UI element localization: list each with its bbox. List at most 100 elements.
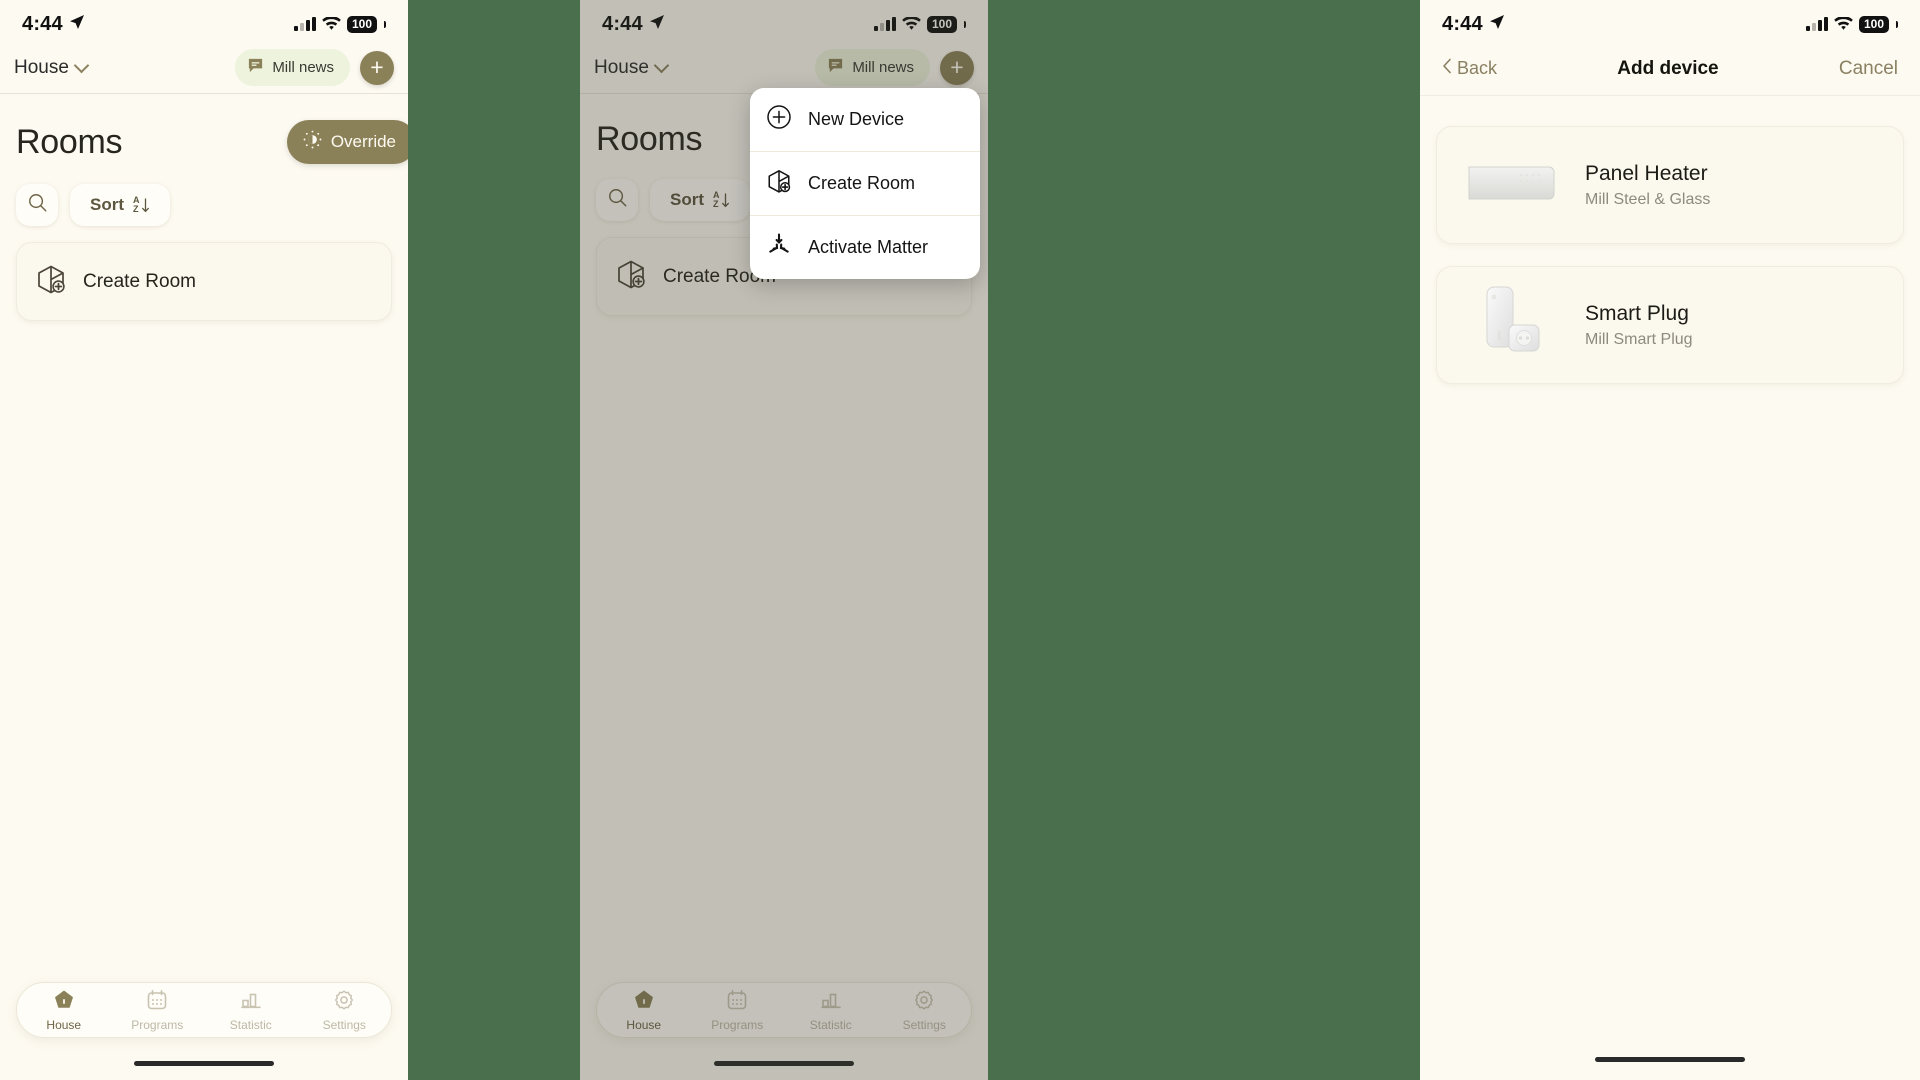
bottom-tab-bar: House Programs Statistic Settings — [16, 982, 392, 1038]
tab-house-label: House — [626, 1018, 662, 1032]
mill-news-label: Mill news — [852, 59, 914, 76]
mill-news-chip[interactable]: Mill news — [235, 49, 350, 86]
create-room-label: Create Room — [83, 270, 196, 292]
page-title: Add device — [1617, 57, 1719, 79]
device-card-smart-plug[interactable]: Smart Plug Mill Smart Plug — [1436, 266, 1904, 384]
wifi-icon — [902, 17, 921, 31]
chat-bubble-icon — [827, 57, 844, 78]
chevron-left-icon — [1442, 58, 1452, 79]
house-selector-label: House — [594, 56, 649, 78]
search-icon — [27, 192, 48, 218]
battery-indicator: 100 — [346, 15, 377, 33]
mill-news-label: Mill news — [272, 59, 334, 76]
override-label: Override — [330, 132, 396, 151]
page-title: Rooms — [16, 122, 123, 161]
search-button[interactable] — [16, 184, 58, 226]
location-arrow-icon — [69, 14, 85, 35]
sort-button[interactable]: Sort AZ — [650, 179, 750, 221]
status-bar: 4:44 100 — [0, 0, 408, 42]
battery-level: 100 — [931, 17, 952, 31]
matter-icon — [766, 232, 792, 263]
back-button[interactable]: Back — [1442, 58, 1497, 79]
tab-house[interactable]: House — [17, 988, 111, 1032]
tab-settings[interactable]: Settings — [878, 988, 972, 1032]
tab-statistic[interactable]: Statistic — [204, 988, 298, 1032]
home-indicator — [1595, 1057, 1745, 1062]
device-name: Smart Plug — [1585, 301, 1689, 325]
menu-item-create-room-label: Create Room — [808, 173, 916, 193]
sort-label: Sort — [670, 190, 704, 209]
gear-icon — [332, 988, 356, 1015]
house-selector[interactable]: House — [594, 56, 670, 79]
plus-circle-icon — [766, 104, 792, 135]
sort-az-icon: AZ — [713, 191, 730, 209]
add-button[interactable]: + — [940, 50, 974, 85]
home-indicator — [134, 1061, 274, 1066]
wifi-icon — [1834, 17, 1853, 31]
menu-item-new-device[interactable]: New Device — [750, 88, 980, 152]
brightness-icon — [303, 130, 322, 154]
menu-item-activate-matter[interactable]: Activate Matter — [750, 216, 980, 279]
device-subtitle: Mill Steel & Glass — [1585, 190, 1711, 208]
search-icon — [607, 187, 628, 213]
tab-programs-label: Programs — [131, 1018, 184, 1032]
menu-item-activate-matter-label: Activate Matter — [808, 237, 929, 257]
rooms-page: Rooms Override Sort AZ Create Room — [0, 94, 408, 321]
add-button[interactable]: + — [360, 50, 394, 85]
add-device-nav-bar: Back Add device Cancel — [1420, 42, 1920, 96]
home-indicator — [714, 1061, 854, 1066]
house-selector[interactable]: House — [14, 56, 90, 79]
status-bar-time: 4:44 — [22, 12, 63, 35]
page-title: Rooms — [596, 120, 703, 158]
sort-az-icon: AZ — [133, 196, 150, 214]
status-bar: 4:44 100 — [580, 0, 988, 42]
phone-screen-rooms: 4:44 100 House Mill news + Rooms Overrid… — [0, 0, 408, 1080]
menu-item-create-room[interactable]: Create Room — [750, 152, 980, 216]
device-card-text: Panel Heater Mill Steel & Glass — [1585, 162, 1710, 209]
screenshot-stage: 4:44 100 House Mill news + Rooms Overrid… — [0, 0, 1920, 1080]
device-subtitle: Mill Smart Plug — [1585, 330, 1693, 348]
status-bar-time: 4:44 — [602, 12, 643, 35]
status-bar-left: 4:44 — [1442, 13, 1505, 36]
chat-bubble-icon — [247, 57, 264, 78]
search-button[interactable] — [596, 179, 638, 221]
cellular-bars-icon — [873, 17, 896, 31]
device-card-panel-heater[interactable]: Panel Heater Mill Steel & Glass — [1436, 126, 1904, 244]
battery-indicator: 100 — [926, 15, 957, 33]
override-button[interactable]: Override — [286, 120, 408, 164]
back-label: Back — [1457, 58, 1498, 78]
plus-icon: + — [370, 54, 384, 80]
house-selector-label: House — [14, 56, 69, 78]
bar-chart-icon — [819, 988, 843, 1015]
chevron-down-icon — [653, 57, 670, 73]
status-bar-left: 4:44 — [22, 13, 85, 36]
status-bar-time: 4:44 — [1442, 12, 1483, 35]
cancel-button[interactable]: Cancel — [1839, 58, 1898, 80]
battery-cap-icon — [964, 20, 966, 28]
gear-icon — [912, 988, 936, 1015]
room-add-icon — [766, 168, 792, 199]
top-nav-bar: House Mill news + — [580, 42, 988, 94]
location-arrow-icon — [1489, 14, 1505, 35]
sort-label: Sort — [90, 195, 124, 214]
filter-row: Sort AZ — [16, 174, 392, 242]
cellular-bars-icon — [293, 17, 316, 31]
bottom-tab-bar: House Programs Statistic Settings — [596, 982, 972, 1038]
plus-icon: + — [950, 54, 964, 80]
battery-cap-icon — [384, 20, 386, 28]
sort-button[interactable]: Sort AZ — [70, 184, 170, 226]
chevron-down-icon — [73, 57, 90, 73]
device-list: Panel Heater Mill Steel & Glass Smart Pl… — [1420, 96, 1920, 384]
cellular-bars-icon — [1805, 17, 1828, 31]
create-room-card[interactable]: Create Room — [16, 242, 392, 321]
tab-programs[interactable]: Programs — [111, 988, 205, 1032]
status-bar-right: 100 — [293, 15, 386, 33]
tab-house-label: House — [46, 1018, 82, 1032]
tab-house[interactable]: House — [597, 988, 691, 1032]
mill-news-chip[interactable]: Mill news — [815, 49, 930, 86]
house-icon — [52, 988, 76, 1015]
bar-chart-icon — [239, 988, 263, 1015]
tab-statistic[interactable]: Statistic — [784, 988, 878, 1032]
tab-settings[interactable]: Settings — [298, 988, 392, 1032]
tab-programs[interactable]: Programs — [691, 988, 785, 1032]
